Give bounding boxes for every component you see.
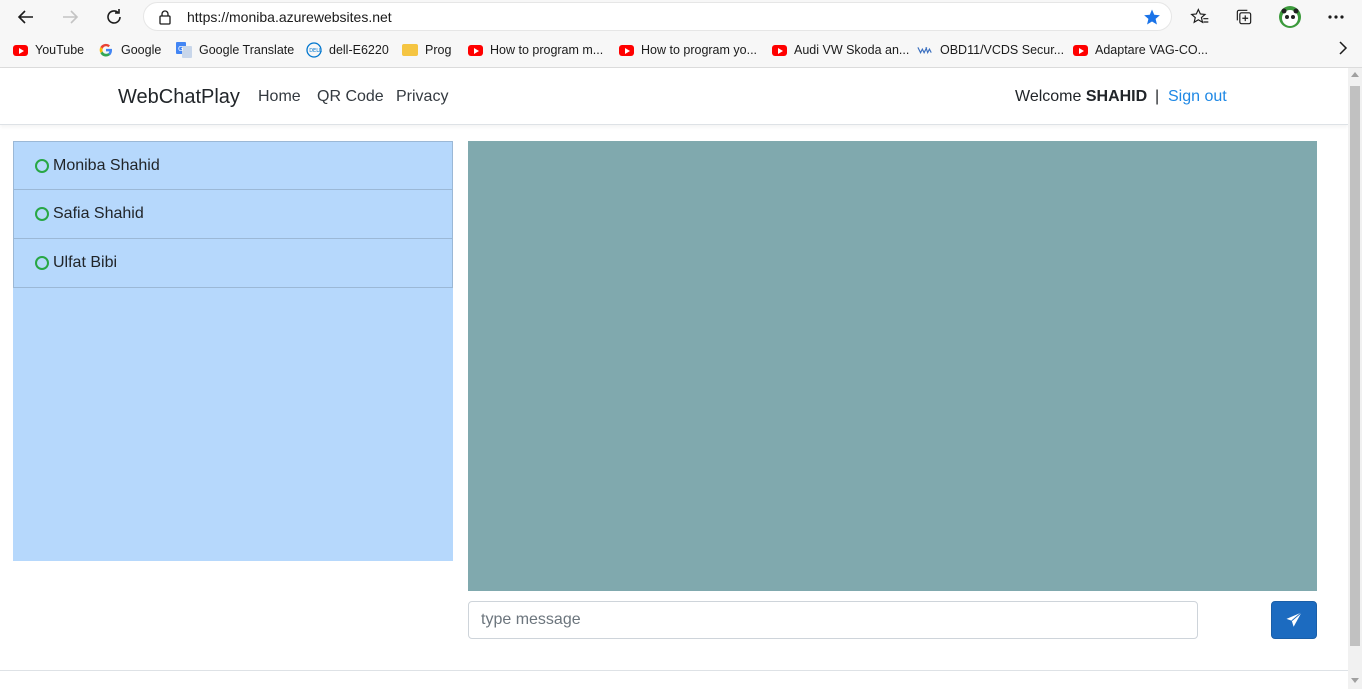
bookmark-label: OBD11/VCDS Secur... — [940, 43, 1065, 57]
page-scrollbar[interactable] — [1348, 68, 1362, 689]
scroll-up-arrow-icon[interactable] — [1351, 72, 1359, 77]
profile-avatar-icon[interactable] — [1278, 5, 1302, 29]
url-text: https://moniba.azurewebsites.net — [187, 9, 392, 25]
username: SHAHID — [1085, 88, 1148, 105]
google-icon — [98, 42, 114, 58]
welcome-text: Welcome SHAHID — [1015, 88, 1147, 106]
collections-icon[interactable] — [1232, 5, 1256, 29]
youtube-icon — [771, 42, 787, 58]
bookmark-label: Google — [121, 43, 162, 57]
welcome-prefix: Welcome — [1015, 88, 1082, 105]
bookmark-label: How to program m... — [490, 43, 604, 57]
footer-divider — [0, 670, 1348, 671]
folder-icon — [402, 42, 418, 58]
favorites-icon[interactable] — [1188, 5, 1212, 29]
back-arrow-icon — [17, 10, 33, 24]
bookmark-obd11-vcds[interactable]: OBD11/VCDS Secur... — [917, 41, 1064, 59]
favorite-star-icon[interactable] — [1143, 8, 1161, 31]
youtube-icon — [12, 42, 28, 58]
bookmark-prog-folder[interactable]: Prog — [402, 41, 451, 59]
bookmark-how-to-program-2[interactable]: How to program yo... — [618, 41, 757, 59]
bookmarks-bar: YouTube Google G Google Translate DELL d… — [0, 33, 1362, 68]
user-name: Safia Shahid — [53, 205, 144, 222]
bookmark-label: YouTube — [35, 43, 85, 57]
bookmarks-overflow-chevron-icon[interactable] — [1338, 41, 1348, 60]
online-status-icon — [35, 158, 49, 173]
bookmark-label: Prog — [425, 43, 452, 57]
browser-toolbar: https://moniba.azurewebsites.net — [0, 0, 1362, 33]
bookmark-youtube[interactable]: YouTube — [12, 41, 84, 59]
bookmark-how-to-program-1[interactable]: How to program m... — [467, 41, 603, 59]
web-page: WebChatPlay Home QR Code Privacy Welcome… — [0, 68, 1348, 689]
youtube-icon — [467, 42, 483, 58]
youtube-icon — [618, 42, 634, 58]
lock-icon — [158, 9, 172, 30]
paper-plane-icon — [1286, 612, 1302, 627]
dell-icon: DELL — [306, 42, 322, 58]
forward-arrow-icon — [63, 10, 79, 24]
bookmark-label: How to program yo... — [641, 43, 758, 57]
svg-text:G: G — [178, 45, 183, 53]
address-bar[interactable]: https://moniba.azurewebsites.net — [143, 2, 1172, 31]
nav-link-home[interactable]: Home — [258, 88, 301, 106]
nav-link-qr-code[interactable]: QR Code — [317, 88, 384, 106]
bookmark-label: dell-E6220 — [329, 43, 389, 57]
youtube-icon — [1072, 42, 1088, 58]
bookmark-adaptare-vag[interactable]: Adaptare VAG-CO... — [1072, 41, 1208, 59]
refresh-icon — [107, 9, 121, 24]
online-status-icon — [35, 207, 49, 221]
user-item[interactable]: Moniba Shahid — [13, 141, 453, 190]
google-translate-icon: G — [176, 42, 192, 58]
online-status-icon — [35, 256, 49, 270]
user-item[interactable]: Safia Shahid — [13, 190, 453, 239]
bookmark-dell[interactable]: DELL dell-E6220 — [306, 41, 389, 59]
message-input[interactable] — [468, 601, 1198, 639]
scrollbar-thumb[interactable] — [1350, 86, 1360, 646]
scroll-down-arrow-icon[interactable] — [1351, 678, 1359, 683]
bookmark-label: Adaptare VAG-CO... — [1095, 43, 1209, 57]
svg-text:DELL: DELL — [309, 48, 322, 54]
sign-out-link[interactable]: Sign out — [1168, 88, 1227, 106]
site-navbar: WebChatPlay Home QR Code Privacy Welcome… — [0, 68, 1348, 125]
more-options-icon[interactable] — [1324, 5, 1348, 29]
brand-link[interactable]: WebChatPlay — [118, 86, 240, 109]
user-name: Ulfat Bibi — [53, 254, 118, 271]
vw-icon — [917, 42, 933, 58]
chat-messages-area[interactable] — [468, 141, 1317, 591]
bookmark-google[interactable]: Google — [98, 41, 161, 59]
bookmark-google-translate[interactable]: G Google Translate — [176, 41, 294, 59]
refresh-button[interactable] — [101, 4, 127, 30]
forward-button[interactable] — [57, 4, 83, 30]
send-button[interactable] — [1271, 601, 1317, 639]
users-panel: Moniba Shahid Safia Shahid Ulfat Bibi — [13, 141, 453, 561]
user-item[interactable]: Ulfat Bibi — [13, 239, 453, 288]
bookmark-label: Google Translate — [199, 43, 295, 57]
user-name: Moniba Shahid — [53, 156, 160, 174]
bookmark-label: Audi VW Skoda an... — [794, 43, 910, 57]
nav-link-privacy[interactable]: Privacy — [396, 88, 448, 106]
navbar-separator: | — [1155, 88, 1160, 105]
back-button[interactable] — [13, 4, 39, 30]
bookmark-audi-vw-skoda[interactable]: Audi VW Skoda an... — [771, 41, 909, 59]
